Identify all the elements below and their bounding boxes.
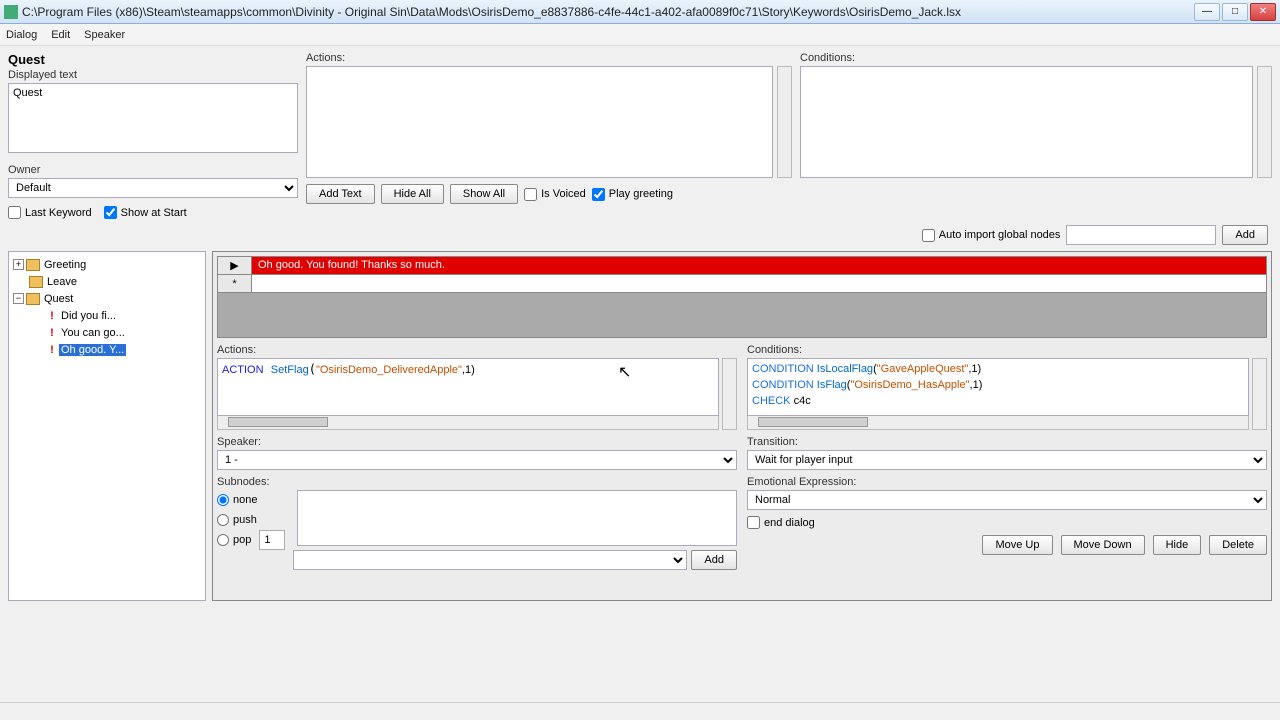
close-button[interactable]: ✕ [1250,3,1276,21]
top-conditions-box[interactable] [800,66,1253,178]
delete-button[interactable]: Delete [1209,535,1267,555]
collapse-icon[interactable]: − [13,293,24,304]
hide-button[interactable]: Hide [1153,535,1202,555]
tree-leave[interactable]: Leave [45,276,79,288]
last-keyword-check[interactable]: Last Keyword [8,206,92,219]
hide-all-button[interactable]: Hide All [381,184,444,204]
grid-row-new[interactable] [252,275,1266,293]
menu-edit[interactable]: Edit [51,29,70,41]
radio-push[interactable]: push [217,510,287,530]
emo-label: Emotional Expression: [747,476,1267,488]
displayed-text-label: Displayed text [8,69,298,81]
subnodes-label: Subnodes: [217,476,737,488]
bang-icon: ! [47,310,57,322]
menu-dialog[interactable]: Dialog [6,29,37,41]
end-dialog-check[interactable]: end dialog [747,516,1267,529]
owner-label: Owner [8,164,298,176]
actions-vscroll[interactable] [722,358,737,430]
speaker-label: Speaker: [217,436,737,448]
play-greeting-check[interactable]: Play greeting [592,188,673,201]
top-actions-scroll[interactable] [777,66,792,178]
actions-code[interactable]: ACTION SetFlag("OsirisDemo_DeliveredAppl… [217,358,719,416]
menu-bar: Dialog Edit Speaker [0,24,1280,46]
tree-q3-selected[interactable]: Oh good. Y... [59,344,126,356]
top-conditions-scroll[interactable] [1257,66,1272,178]
text-grid[interactable]: ▶ Oh good. You found! Thanks so much. * [217,256,1267,338]
tree-greeting[interactable]: Greeting [42,259,88,271]
editor-conditions-label: Conditions: [747,344,1267,356]
grid-row-1[interactable]: Oh good. You found! Thanks so much. [252,257,1266,275]
tree-q2[interactable]: You can go... [59,327,127,339]
radio-pop[interactable]: pop [217,530,287,550]
conditions-vscroll[interactable] [1252,358,1267,430]
speaker-dropdown[interactable]: 1 - [217,450,737,470]
status-bar [0,702,1280,720]
radio-none[interactable]: none [217,490,287,510]
tree-quest[interactable]: Quest [42,293,75,305]
add-subnode-button[interactable]: Add [691,550,737,570]
conditions-code[interactable]: CONDITION IsLocalFlag("GaveAppleQuest",1… [747,358,1249,416]
top-conditions-label: Conditions: [800,52,1272,64]
pop-value[interactable] [259,530,285,550]
app-icon [4,5,18,19]
subnode-select[interactable] [293,550,687,570]
tree-q1[interactable]: Did you fi... [59,310,118,322]
row-marker-active[interactable]: ▶ [218,257,252,275]
window-title: C:\Program Files (x86)\Steam\steamapps\c… [22,5,1194,19]
folder-icon [26,259,40,271]
row-marker-new[interactable]: * [218,275,252,293]
menu-speaker[interactable]: Speaker [84,29,125,41]
conditions-hscroll[interactable] [747,416,1249,430]
subnodes-list[interactable] [297,490,737,546]
top-actions-label: Actions: [306,52,792,64]
actions-hscroll[interactable] [217,416,719,430]
folder-icon [29,276,43,288]
owner-dropdown[interactable]: Default [8,178,298,198]
is-voiced-check[interactable]: Is Voiced [524,188,586,201]
expand-icon[interactable]: + [13,259,24,270]
node-editor: ▶ Oh good. You found! Thanks so much. * … [212,251,1272,601]
global-node-input[interactable] [1066,225,1216,245]
maximize-button[interactable]: □ [1222,3,1248,21]
auto-import-check[interactable]: Auto import global nodes [922,229,1061,242]
minimize-button[interactable]: — [1194,3,1220,21]
displayed-text-input[interactable] [8,83,298,153]
add-global-button[interactable]: Add [1222,225,1268,245]
folder-icon [26,293,40,305]
transition-dropdown[interactable]: Wait for player input [747,450,1267,470]
move-down-button[interactable]: Move Down [1061,535,1145,555]
editor-actions-label: Actions: [217,344,737,356]
transition-label: Transition: [747,436,1267,448]
emo-dropdown[interactable]: Normal [747,490,1267,510]
move-up-button[interactable]: Move Up [982,535,1052,555]
add-text-button[interactable]: Add Text [306,184,375,204]
show-at-start-check[interactable]: Show at Start [104,206,187,219]
keyword-tree[interactable]: +Greeting Leave −Quest !Did you fi... !Y… [8,251,206,601]
quest-heading: Quest [8,52,298,67]
window-titlebar: C:\Program Files (x86)\Steam\steamapps\c… [0,0,1280,24]
bang-icon: ! [47,327,57,339]
show-all-button[interactable]: Show All [450,184,518,204]
bang-icon: ! [47,344,57,356]
top-actions-box[interactable] [306,66,773,178]
